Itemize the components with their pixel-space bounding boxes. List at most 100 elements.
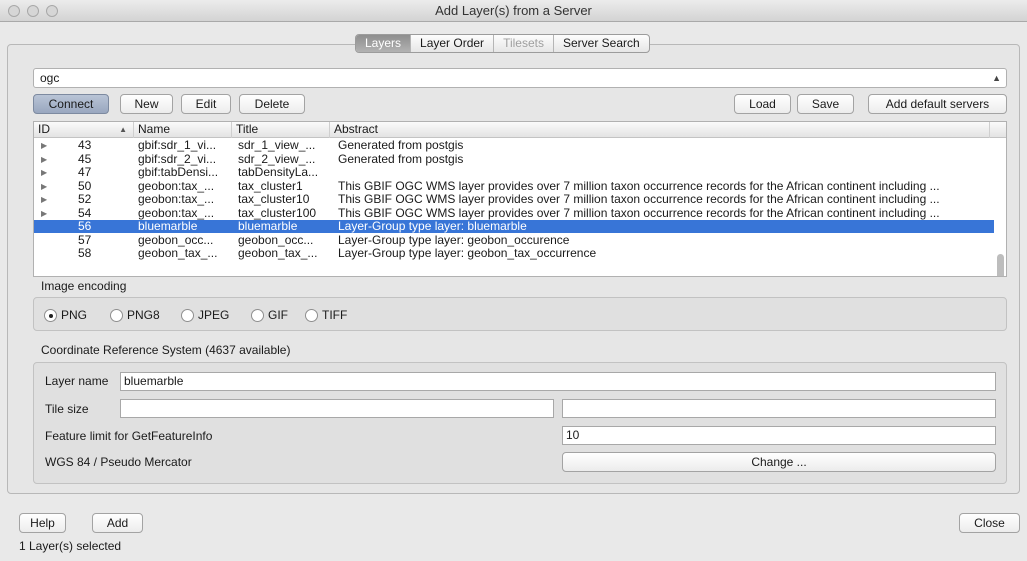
- tab-server-search[interactable]: Server Search: [554, 35, 649, 52]
- table-row[interactable]: ▶ 54 geobon:tax_... tax_cluster100 This GBIF…: [34, 207, 994, 220]
- image-encoding-group: [33, 297, 1007, 331]
- crs-count-label: Coordinate Reference System (4637 availa…: [41, 343, 291, 357]
- delete-button[interactable]: Delete: [239, 94, 305, 114]
- tab-bar: Layers Layer Order Tilesets Server Searc…: [355, 34, 650, 53]
- connection-select-value: ogc: [40, 71, 60, 85]
- radio-jpeg-label: JPEG: [198, 308, 230, 322]
- expand-arrow-icon[interactable]: ▶: [41, 139, 47, 152]
- edit-button[interactable]: Edit: [181, 94, 231, 114]
- column-header-name[interactable]: Name: [134, 122, 232, 138]
- title-bar: Add Layer(s) from a Server: [0, 0, 1027, 22]
- cell-name: geobon:tax_...: [138, 193, 215, 206]
- tile-width-input[interactable]: [120, 399, 554, 418]
- column-header-id[interactable]: ID ▲: [34, 122, 134, 138]
- radio-tiff[interactable]: TIFF: [305, 308, 347, 322]
- cell-name: geobon_tax_...: [138, 247, 218, 260]
- layers-table[interactable]: ID ▲ Name Title Abstract ▶ 43 gbif:sdr_1_v…: [33, 121, 1007, 277]
- table-row[interactable]: 56 bluemarble bluemarble Layer-Group type l…: [34, 220, 994, 233]
- close-window-icon[interactable]: [8, 5, 20, 17]
- feature-limit-input[interactable]: 10: [562, 426, 996, 445]
- crs-current-label: WGS 84 / Pseudo Mercator: [45, 455, 192, 469]
- tab-layers[interactable]: Layers: [356, 35, 412, 52]
- image-encoding-label: Image encoding: [41, 279, 127, 293]
- cell-abstract: This GBIF OGC WMS layer provides over 7 …: [338, 179, 940, 193]
- cell-id: 45: [78, 152, 92, 166]
- cell-id: 52: [78, 193, 92, 206]
- tab-tilesets: Tilesets: [494, 35, 554, 52]
- table-row[interactable]: ▶ 47 gbif:tabDensi... tabDensityLa...: [34, 166, 994, 179]
- layer-name-label: Layer name: [45, 374, 109, 388]
- add-default-servers-button[interactable]: Add default servers: [868, 94, 1007, 114]
- table-scrollbar[interactable]: [996, 140, 1004, 276]
- cell-title: geobon_occ...: [238, 233, 314, 247]
- cell-abstract: This GBIF OGC WMS layer provides over 7 …: [338, 193, 940, 206]
- cell-abstract: Layer-Group type layer: bluemarble: [338, 220, 527, 233]
- layer-name-input[interactable]: bluemarble: [120, 372, 996, 391]
- table-row[interactable]: ▶ 50 geobon:tax_... tax_cluster1 This GBIF O…: [34, 180, 994, 193]
- cell-id: 54: [78, 206, 92, 220]
- expand-arrow-icon[interactable]: ▶: [41, 207, 47, 220]
- table-row[interactable]: 57 geobon_occ... geobon_occ... Layer-Group …: [34, 234, 994, 247]
- expand-arrow-icon[interactable]: ▶: [41, 166, 47, 179]
- radio-gif-label: GIF: [268, 308, 288, 322]
- radio-jpeg-button[interactable]: [181, 308, 194, 322]
- tab-layer-order[interactable]: Layer Order: [411, 35, 495, 52]
- radio-png-button[interactable]: [44, 308, 57, 322]
- table-row[interactable]: ▶ 45 gbif:sdr_2_vi... sdr_2_view_... Generat…: [34, 153, 994, 166]
- load-button[interactable]: Load: [734, 94, 791, 114]
- cell-abstract: This GBIF OGC WMS layer provides over 7 …: [338, 206, 940, 220]
- radio-png8[interactable]: PNG8: [110, 308, 160, 322]
- table-row[interactable]: 58 geobon_tax_... geobon_tax_... Layer-Grou…: [34, 247, 994, 260]
- radio-gif-button[interactable]: [251, 308, 264, 322]
- cell-title: tax_cluster1: [238, 179, 303, 193]
- cell-id: 47: [78, 166, 92, 179]
- tile-size-label: Tile size: [45, 402, 89, 416]
- cell-title: geobon_tax_...: [238, 247, 318, 260]
- cell-name: gbif:tabDensi...: [138, 166, 219, 179]
- new-button[interactable]: New: [120, 94, 173, 114]
- table-row[interactable]: ▶ 52 geobon:tax_... tax_cluster10 This GBIF …: [34, 193, 994, 206]
- cell-abstract: Layer-Group type layer: geobon_occurence: [338, 233, 570, 247]
- radio-png-label: PNG: [61, 308, 88, 322]
- radio-tiff-button[interactable]: [305, 308, 318, 322]
- radio-jpeg[interactable]: JPEG: [181, 308, 229, 322]
- sort-ascending-icon: ▲: [119, 125, 127, 134]
- cell-id: 43: [78, 139, 92, 152]
- connect-button[interactable]: Connect: [33, 94, 109, 114]
- expand-arrow-icon[interactable]: ▶: [41, 193, 47, 206]
- zoom-window-icon[interactable]: [46, 5, 58, 17]
- help-button[interactable]: Help: [19, 513, 66, 533]
- change-crs-button[interactable]: Change ...: [562, 452, 996, 472]
- status-text: 1 Layer(s) selected: [19, 539, 122, 553]
- radio-png8-label: PNG8: [127, 308, 160, 322]
- radio-png8-button[interactable]: [110, 308, 123, 322]
- scrollbar-thumb[interactable]: [997, 254, 1004, 276]
- cell-id: 57: [78, 233, 92, 247]
- cell-name: gbif:sdr_1_vi...: [138, 139, 217, 152]
- radio-gif[interactable]: GIF: [251, 308, 288, 322]
- radio-png[interactable]: PNG: [44, 308, 87, 322]
- cell-title: bluemarble: [238, 220, 298, 233]
- expand-arrow-icon[interactable]: ▶: [41, 153, 47, 166]
- add-button[interactable]: Add: [92, 513, 143, 533]
- cell-title: tax_cluster10: [238, 193, 310, 206]
- tile-height-input[interactable]: [562, 399, 996, 418]
- cell-title: tabDensityLa...: [238, 166, 319, 179]
- cell-abstract: Generated from postgis: [338, 139, 464, 152]
- expand-arrow-icon[interactable]: ▶: [41, 180, 47, 193]
- table-row[interactable]: ▶ 43 gbif:sdr_1_vi... sdr_1_view_... Generat…: [34, 139, 994, 152]
- cell-id: 56: [78, 220, 92, 233]
- close-button[interactable]: Close: [959, 513, 1020, 533]
- connection-select[interactable]: ogc ▲: [33, 68, 1007, 88]
- cell-title: sdr_1_view_...: [238, 139, 316, 152]
- save-button[interactable]: Save: [797, 94, 854, 114]
- cell-name: geobon:tax_...: [138, 179, 215, 193]
- radio-tiff-label: TIFF: [322, 308, 348, 322]
- feature-limit-label: Feature limit for GetFeatureInfo: [45, 429, 213, 443]
- window-controls: [8, 5, 58, 17]
- minimize-window-icon[interactable]: [27, 5, 39, 17]
- column-header-title[interactable]: Title: [232, 122, 330, 138]
- column-header-abstract[interactable]: Abstract: [330, 122, 990, 138]
- window-title: Add Layer(s) from a Server: [435, 3, 592, 18]
- cell-abstract: Generated from postgis: [338, 152, 464, 166]
